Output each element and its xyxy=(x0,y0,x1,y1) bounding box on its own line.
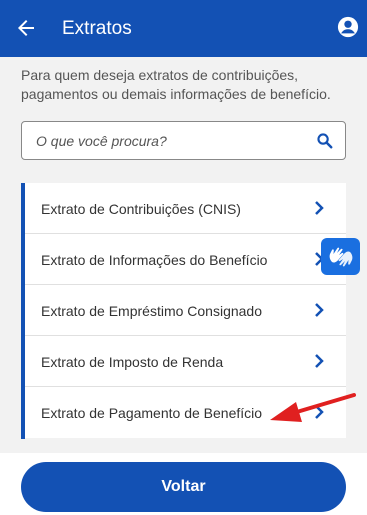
list-item-emprestimo[interactable]: Extrato de Empréstimo Consignado xyxy=(21,285,346,336)
sign-language-hands-icon[interactable] xyxy=(321,238,360,275)
search-box[interactable] xyxy=(21,121,346,160)
list-item-label: Extrato de Contribuições (CNIS) xyxy=(41,201,241,217)
search-input[interactable] xyxy=(36,122,306,159)
list-item-label: Extrato de Informações do Benefício xyxy=(41,252,268,268)
list-item-beneficio-info[interactable]: Extrato de Informações do Benefício xyxy=(21,234,346,285)
arrow-left-icon[interactable] xyxy=(14,16,38,40)
voltar-button[interactable]: Voltar xyxy=(21,462,346,512)
hands-glyph xyxy=(329,247,352,266)
page-title: Extratos xyxy=(62,18,132,39)
search-icon[interactable] xyxy=(316,132,333,149)
red-arrow-pointer-icon xyxy=(270,393,356,422)
chevron-right-icon xyxy=(315,201,324,215)
list-item-cnis[interactable]: Extrato de Contribuições (CNIS) xyxy=(21,183,346,234)
intro-text: Para quem deseja extratos de contribuiçõ… xyxy=(21,67,331,102)
list-item-label: Extrato de Pagamento de Benefício xyxy=(41,405,263,421)
chevron-right-icon xyxy=(315,354,324,368)
list-item-imposto-renda[interactable]: Extrato de Imposto de Renda xyxy=(21,336,346,387)
user-circle-icon[interactable] xyxy=(337,16,359,38)
list-item-label: Extrato de Empréstimo Consignado xyxy=(41,303,262,319)
chevron-right-icon xyxy=(315,303,324,317)
list-accent-bar xyxy=(21,183,25,439)
app-header: Extratos xyxy=(0,0,367,57)
list-item-label: Extrato de Imposto de Renda xyxy=(41,354,224,370)
